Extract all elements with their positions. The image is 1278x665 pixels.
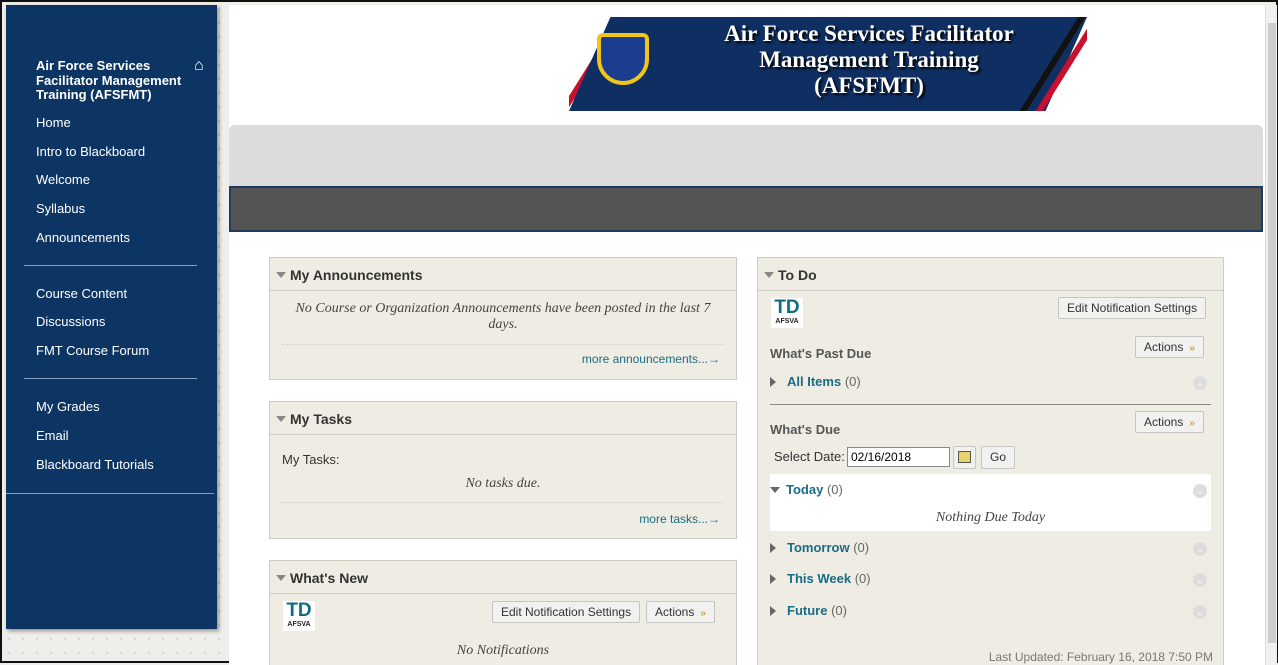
header-band	[229, 125, 1263, 186]
banner-line2: Management Training	[759, 47, 979, 72]
whats-due-heading: What's Due	[770, 422, 841, 437]
course-menu: Air Force Services Facilitator Managemen…	[6, 5, 217, 629]
calendar-icon[interactable]	[953, 446, 976, 469]
afsva-logo: TD AFSVA	[771, 298, 803, 328]
module-title[interactable]: My Announcements	[270, 258, 736, 291]
module-title[interactable]: My Tasks	[270, 402, 736, 435]
today-row[interactable]: Today (0) ⌄	[770, 482, 1211, 498]
course-nav-bar	[229, 186, 1263, 232]
course-title[interactable]: Air Force Services Facilitator Managemen…	[36, 58, 186, 103]
afsva-logo: TD AFSVA	[283, 601, 315, 631]
menu-email[interactable]: Email	[36, 428, 69, 443]
main-content: Air Force Services Facilitator Managemen…	[229, 5, 1265, 665]
menu-forum[interactable]: FMT Course Forum	[36, 343, 149, 358]
select-date-label: Select Date:	[774, 449, 845, 464]
chevron-down-icon: »	[1189, 343, 1195, 354]
actions-button[interactable]: Actions»	[646, 601, 715, 623]
edit-notification-settings-button[interactable]: Edit Notification Settings	[1058, 297, 1207, 319]
expand-icon	[770, 377, 781, 387]
options-icon: ⌄	[1193, 376, 1207, 390]
more-tasks-link[interactable]: more tasks...→	[639, 512, 720, 526]
crest-logo	[597, 33, 649, 85]
empty-message: No Course or Organization Announcements …	[295, 301, 711, 332]
empty-message: No tasks due.	[465, 476, 541, 491]
chevron-down-icon: »	[700, 608, 706, 619]
past-due-actions-button[interactable]: Actions»	[1135, 336, 1204, 358]
home-icon[interactable]: ⌂	[194, 57, 204, 75]
divider	[6, 493, 214, 494]
divider	[24, 265, 197, 266]
go-button[interactable]: Go	[981, 446, 1016, 469]
module-title[interactable]: What's New	[270, 561, 736, 594]
options-icon: ⌄	[1193, 573, 1207, 587]
options-icon: ⌄	[1193, 605, 1207, 619]
menu-syllabus[interactable]: Syllabus	[36, 201, 85, 216]
options-icon: ⌄	[1193, 542, 1207, 556]
this-week-row[interactable]: This Week (0) ⌄	[770, 571, 1211, 587]
expand-icon	[770, 574, 781, 584]
empty-message: No Notifications	[456, 643, 550, 658]
menu-home[interactable]: Home	[36, 115, 71, 130]
tomorrow-row[interactable]: Tomorrow (0) ⌄	[770, 540, 1211, 556]
banner-line1: Air Force Services Facilitator	[724, 21, 1014, 46]
options-icon: ⌄	[1193, 484, 1207, 498]
menu-course-content[interactable]: Course Content	[36, 286, 127, 301]
module-title[interactable]: To Do	[758, 258, 1223, 291]
banner-line3: (AFSFMT)	[814, 73, 924, 98]
future-row[interactable]: Future (0) ⌄	[770, 603, 1211, 619]
whats-new-module: What's New TD AFSVA Edit Notification Set…	[269, 560, 737, 665]
nothing-due-message: Nothing Due Today	[935, 510, 1046, 525]
more-announcements-link[interactable]: more announcements...→	[582, 352, 720, 366]
collapse-icon	[770, 487, 780, 498]
todo-module: To Do TD AFSVA Edit Notification Settings…	[757, 257, 1224, 665]
menu-tutorials[interactable]: Blackboard Tutorials	[36, 457, 154, 472]
menu-discussions[interactable]: Discussions	[36, 314, 105, 329]
last-updated: Last Updated: February 16, 2018 7:50 PM	[988, 650, 1213, 664]
date-input[interactable]	[847, 447, 950, 467]
menu-announcements[interactable]: Announcements	[36, 230, 130, 245]
edit-notification-settings-button[interactable]: Edit Notification Settings	[492, 601, 641, 623]
menu-intro[interactable]: Intro to Blackboard	[36, 144, 145, 159]
expand-icon	[770, 543, 781, 553]
menu-welcome[interactable]: Welcome	[36, 172, 90, 187]
my-announcements-module: My Announcements No Course or Organizati…	[269, 257, 737, 380]
menu-grades[interactable]: My Grades	[36, 399, 100, 414]
divider	[24, 378, 197, 379]
whats-due-actions-button[interactable]: Actions»	[1135, 411, 1204, 433]
tasks-label: My Tasks:	[282, 452, 340, 467]
my-tasks-module: My Tasks My Tasks: No tasks due. more ta…	[269, 401, 737, 539]
scrollbar[interactable]	[1265, 5, 1277, 665]
chevron-down-icon: »	[1189, 418, 1195, 429]
past-due-heading: What's Past Due	[770, 346, 872, 361]
expand-icon	[770, 606, 781, 616]
course-banner: Air Force Services Facilitator Managemen…	[569, 17, 1087, 111]
all-items-row[interactable]: All Items (0) ⌄	[770, 374, 1211, 390]
